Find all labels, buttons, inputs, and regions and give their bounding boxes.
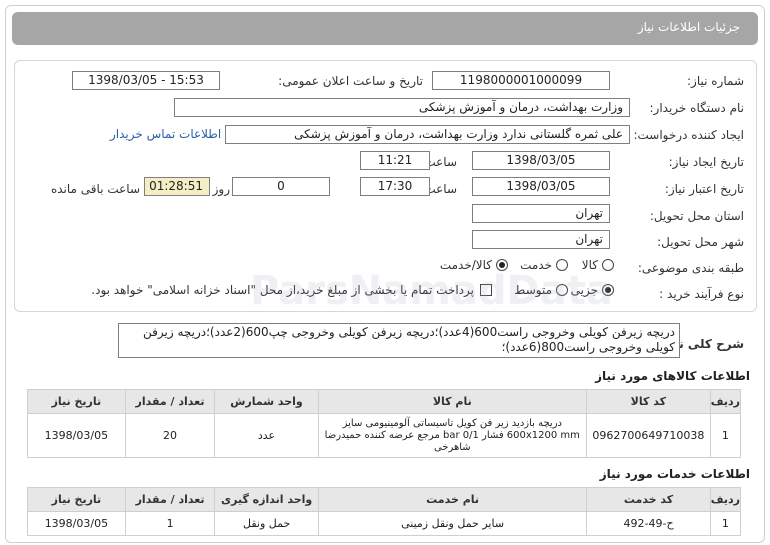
services-col-date: تاریخ نیاز: [27, 487, 126, 512]
days-field: 0: [232, 177, 330, 196]
watermark: ParsNamadData: [250, 268, 613, 314]
services-col-name: نام خدمت: [317, 487, 588, 512]
city-field: تهران: [472, 230, 610, 249]
description-field: دریچه زیرفن کویلی وخروجی راست600(4عدد)؛د…: [118, 323, 680, 358]
buyer-contact-link[interactable]: اطلاعات تماس خریدار: [110, 127, 221, 141]
city-label: شهر محل تحویل:: [657, 235, 744, 249]
goods-cell-qty: 20: [124, 413, 216, 458]
goods-cell-row: 1: [709, 413, 742, 458]
validity-time-field: 17:30: [360, 177, 430, 196]
goods-cell-unit: عدد: [214, 413, 319, 458]
goods-section-title: اطلاعات کالاهای مورد نیاز: [595, 369, 750, 383]
services-cell-unit: حمل ونقل: [214, 511, 319, 536]
page-title: جزئیات اطلاعات نیاز: [637, 20, 740, 34]
goods-col-code: کد کالا: [585, 389, 711, 414]
goods-col-date: تاریخ نیاز: [27, 389, 126, 414]
goods-col-qty: تعداد / مقدار: [124, 389, 216, 414]
created-date-field: 1398/03/05: [472, 151, 610, 170]
province-label: استان محل تحویل:: [649, 209, 744, 223]
services-cell-name: سایر حمل ونقل زمینی: [317, 511, 588, 536]
goods-cell-code: 0962700649710038: [585, 413, 711, 458]
table-row: 1 0962700649710038 دریچه بازدید زیر فن ک…: [27, 413, 742, 458]
goods-col-name: نام کالا: [317, 389, 587, 414]
created-time-field: 11:21: [360, 151, 430, 170]
services-section-title: اطلاعات خدمات مورد نیاز: [599, 467, 750, 481]
process-label: نوع فرآیند خرید :: [659, 287, 744, 301]
creator-label: ایجاد کننده درخواست:: [633, 128, 744, 142]
goods-col-row: ردیف: [709, 389, 742, 414]
table-row: 1 ح-49-492 سایر حمل ونقل زمینی حمل ونقل …: [27, 511, 742, 536]
validity-date-field: 1398/03/05: [472, 177, 610, 196]
category-label: طبقه بندی موضوعی:: [637, 261, 744, 275]
services-col-unit: واحد اندازه گیری: [214, 487, 319, 512]
services-cell-row: 1: [709, 511, 742, 536]
services-table: ردیف کد خدمت نام خدمت واحد اندازه گیری ت…: [27, 487, 742, 536]
services-cell-qty: 1: [124, 511, 216, 536]
services-header-row: ردیف کد خدمت نام خدمت واحد اندازه گیری ت…: [27, 487, 742, 512]
remaining-label: ساعت باقی مانده: [50, 182, 140, 196]
province-field: تهران: [472, 204, 610, 223]
goods-col-unit: واحد شمارش: [214, 389, 319, 414]
services-col-qty: تعداد / مقدار: [124, 487, 216, 512]
goods-cell-name: دریچه بازدید زیر فن کویل تاسیساتی آلومین…: [317, 413, 587, 458]
services-cell-date: 1398/03/05: [27, 511, 126, 536]
created-date-label: تاریخ ایجاد نیاز:: [668, 155, 744, 169]
buyer-field: وزارت بهداشت، درمان و آموزش پزشکی: [174, 98, 630, 117]
buyer-label: نام دستگاه خریدار:: [649, 101, 745, 115]
goods-table: ردیف کد کالا نام کالا واحد شمارش تعداد /…: [27, 389, 742, 458]
creator-field: علی ثمره گلستانی ندارد وزارت بهداشت، درم…: [225, 125, 630, 144]
remaining-time-field: 01:28:51: [144, 177, 210, 196]
goods-header-row: ردیف کد کالا نام کالا واحد شمارش تعداد /…: [27, 389, 742, 414]
need-number-field: 1198000001000099: [432, 71, 610, 90]
services-col-code: کد خدمت: [586, 487, 711, 512]
page-header: جزئیات اطلاعات نیاز: [12, 12, 758, 45]
validity-date-label: تاریخ اعتبار نیاز:: [664, 182, 744, 196]
announce-label: تاریخ و ساعت اعلان عمومی:: [278, 74, 423, 88]
goods-cell-date: 1398/03/05: [27, 413, 126, 458]
announce-field: 1398/03/05 - 15:53: [72, 71, 220, 90]
need-number-label: شماره نیاز:: [687, 74, 744, 88]
services-cell-code: ح-49-492: [586, 511, 711, 536]
services-col-row: ردیف: [709, 487, 742, 512]
